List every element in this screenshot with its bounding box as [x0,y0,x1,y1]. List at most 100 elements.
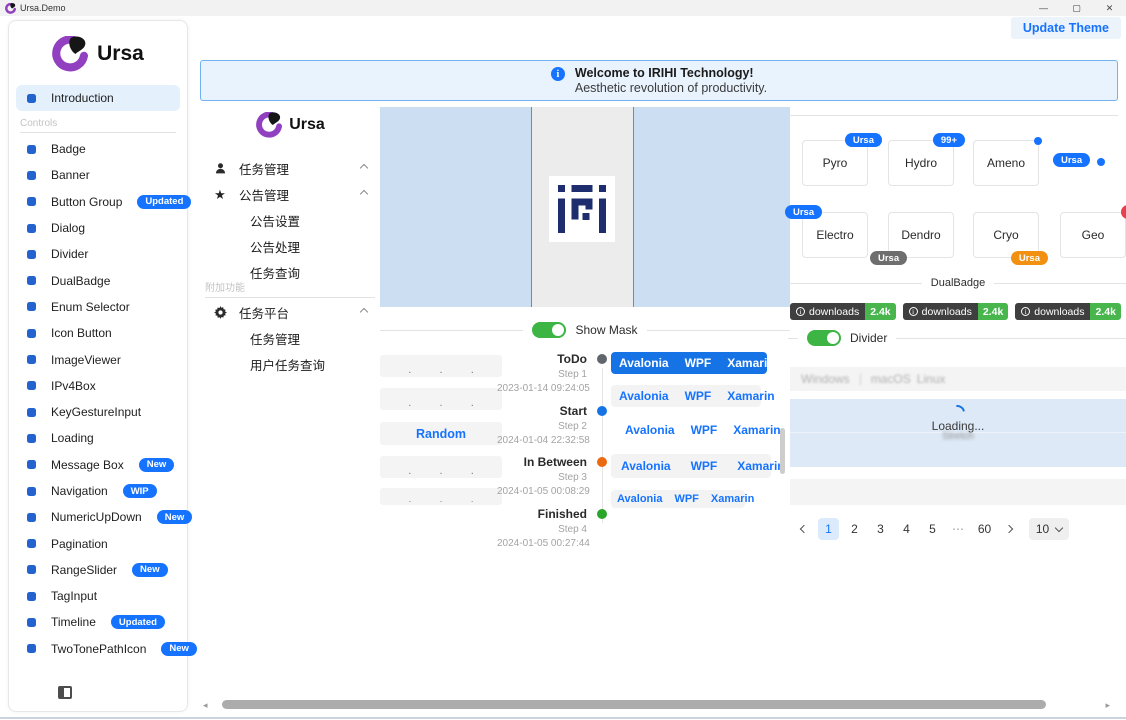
nav-item-announcement-management[interactable]: ★ 公告管理 [200,181,381,207]
ursa-badge-grey: Ursa [870,251,907,265]
pagination-page[interactable]: 4 [896,518,917,540]
standalone-dot-badge-icon [1097,158,1105,166]
bullet-icon [27,513,36,522]
sidebar-item-label: Loading [51,431,94,445]
wpf-button[interactable]: WPF [677,385,720,407]
horizontal-scrollbar[interactable]: ◂ ▸ [200,699,1126,711]
pagination-page[interactable]: 2 [844,518,865,540]
xamarin-button[interactable]: Xamarin [719,352,782,374]
avalonia-button[interactable]: Avalonia [611,490,668,508]
sidebar-item[interactable]: IPv4Box [9,373,187,399]
scroll-left-arrow-icon[interactable]: ◂ [203,701,208,710]
badge-card-pyro: Pyro Ursa [802,140,868,186]
wpf-button[interactable]: WPF [683,419,726,441]
xamarin-button[interactable]: Xamarin [719,385,782,407]
avalonia-button[interactable]: Avalonia [617,419,683,441]
bullet-icon [27,171,36,180]
sidebar-item[interactable]: Pagination [9,530,187,556]
pagination-page[interactable]: 60 [974,518,995,540]
gear-icon [212,306,228,319]
bullet-icon [27,381,36,390]
timeline-item: ToDo Step 1 2023-01-14 09:24:05 [497,352,607,394]
divider-toggle[interactable] [807,330,841,346]
bullet-icon [27,355,36,364]
app-logo-icon [5,3,16,14]
pagination-page[interactable]: 5 [922,518,943,540]
nav-item-user-task-query[interactable]: 用户任务查询 [200,351,381,377]
nav-item-task-management[interactable]: 任务管理 [200,155,381,181]
sidebar-item[interactable]: TagInput [9,583,187,609]
sidebar-item[interactable]: NumericUpDown New [9,504,187,530]
nav-item-task-platform[interactable]: 任务平台 [200,299,381,325]
sidebar-item[interactable]: Badge [9,136,187,162]
sidebar-item[interactable]: RangeSlider New [9,557,187,583]
ipv4-input[interactable]: ... [380,355,502,377]
horizontal-scrollbar-thumb[interactable] [222,700,1046,709]
nav-item-announcement-settings[interactable]: 公告设置 [200,207,381,233]
scroll-right-arrow-icon[interactable]: ▸ [1105,701,1110,710]
empty-bar [790,479,1126,505]
pagination-page[interactable]: 1 [818,518,839,540]
sidebar-item[interactable]: Navigation WIP [9,478,187,504]
avalonia-button[interactable]: Avalonia [611,454,681,478]
pagination-prev-button[interactable] [795,518,813,540]
badge-card-label: Dendro [901,228,940,242]
timeline-item-step: Step 2 [497,421,607,432]
sidebar-item[interactable]: TwoTonePathIcon New [9,636,187,662]
sidebar-item[interactable]: Button Group Updated [9,189,187,215]
bullet-icon [27,434,36,443]
sidebar-item-label: ImageViewer [51,353,121,367]
nav-item-label: 任务管理 [239,159,289,178]
close-button[interactable]: ✕ [1093,0,1126,16]
wpf-button[interactable]: WPF [681,454,728,478]
sidebar-item[interactable]: Loading [9,425,187,451]
sidebar-collapse-icon[interactable] [58,686,72,699]
page-size-select[interactable]: 10 [1029,518,1069,540]
avalonia-button[interactable]: Avalonia [611,352,677,374]
sidebar-item-label: Timeline [51,615,96,629]
minimize-button[interactable]: — [1027,0,1060,16]
wpf-button[interactable]: WPF [668,490,704,508]
sidebar-item-introduction[interactable]: Introduction [16,85,180,111]
random-button[interactable]: Random [380,422,502,445]
sidebar-item[interactable]: DualBadge [9,267,187,293]
pagination-page[interactable]: 3 [870,518,891,540]
timeline-item-step: Step 4 [497,524,607,535]
sidebar-item[interactable]: Enum Selector [9,294,187,320]
banner-subtitle: Aesthetic revolution of productivity. [575,81,767,95]
maximize-button[interactable]: ▢ [1060,0,1093,16]
show-mask-toggle[interactable] [532,322,566,338]
avalonia-button[interactable]: Avalonia [611,385,677,407]
sidebar-item[interactable]: Timeline Updated [9,609,187,635]
dot-badge-icon [1034,137,1042,145]
sidebar-item[interactable]: Dialog [9,215,187,241]
pagination-next-button[interactable] [1000,518,1018,540]
dot-badge-red-icon [1121,205,1126,219]
pagination-page[interactable]: ⋯ [948,518,969,540]
sidebar-item[interactable]: Banner [9,162,187,188]
nav-item-announcement-processing[interactable]: 公告处理 [200,233,381,259]
sidebar-item[interactable]: Message Box New [9,452,187,478]
sidebar-item-label: DualBadge [51,274,110,288]
vertical-scrollbar-thumb[interactable] [780,428,785,474]
update-theme-button[interactable]: Update Theme [1011,17,1121,39]
viewer-mask-left [380,107,532,307]
sidebar-item[interactable]: Divider [9,241,187,267]
badge-card-hydro: Hydro 99+ [888,140,954,186]
sidebar-item[interactable]: Icon Button [9,320,187,346]
ipv4-input[interactable]: ... [380,388,502,410]
sidebar-item-label: Icon Button [51,326,112,340]
viewer-mask-right [633,107,790,307]
wpf-button[interactable]: WPF [677,352,720,374]
chevron-left-icon [800,525,808,533]
sidebar-item-label: IPv4Box [51,379,96,393]
sidebar-item[interactable]: ImageViewer [9,346,187,372]
ipv4-input-small[interactable]: ... [380,488,502,505]
nav-item-task-management-sub[interactable]: 任务管理 [200,325,381,351]
xamarin-button[interactable]: Xamarin [705,490,760,508]
image-viewer[interactable] [380,107,790,307]
sidebar-item[interactable]: KeyGestureInput [9,399,187,425]
sidebar: Ursa Introduction Controls Badge Banner [8,20,188,712]
ipv4-input[interactable]: ... [380,456,502,478]
sidebar-logo: Ursa [9,33,187,75]
